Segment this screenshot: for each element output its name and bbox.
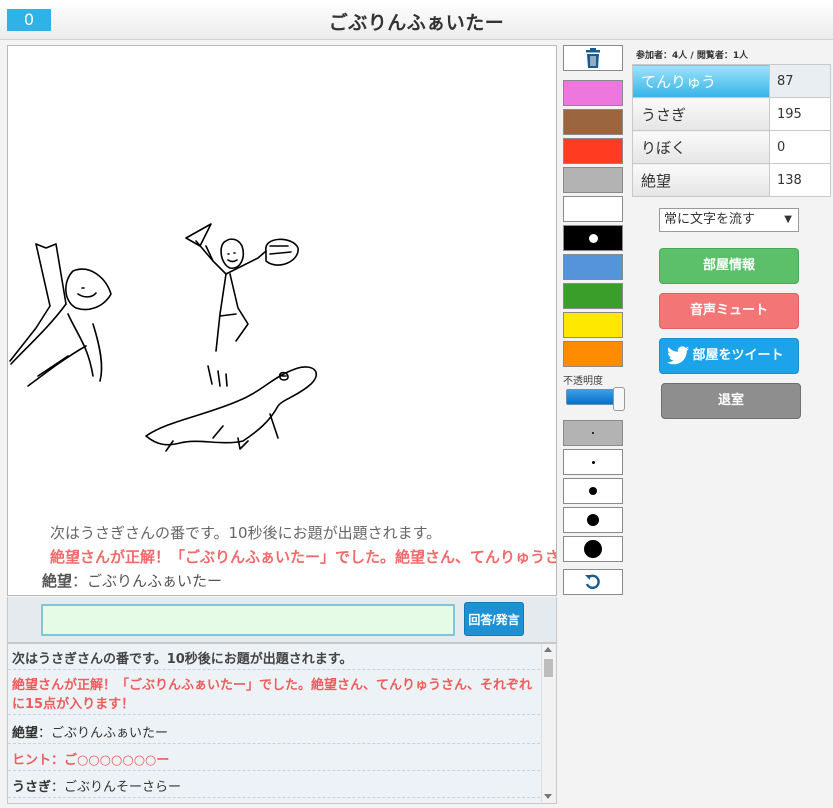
header-bar: 0 ごぶりんふぁいたー xyxy=(0,0,833,40)
stroke-left-head xyxy=(65,268,112,311)
player-row: 絶望 138 xyxy=(632,163,831,197)
color-swatch-yellow[interactable] xyxy=(563,312,623,338)
scroll-up-arrow-icon[interactable] xyxy=(544,647,552,652)
log-row-name: うさぎ xyxy=(12,780,52,795)
trash-icon xyxy=(586,48,600,68)
player-score: 138 xyxy=(769,163,831,197)
pen-dot-icon xyxy=(592,432,594,434)
player-row: てんりゅう 87 xyxy=(632,64,831,98)
stroke-lizard-body xyxy=(145,366,317,446)
player-name: うさぎ xyxy=(632,97,770,131)
tweet-button[interactable]: 部屋をツイート xyxy=(659,338,799,374)
scroll-thumb[interactable] xyxy=(544,659,553,677)
answer-input[interactable] xyxy=(41,604,455,636)
pen-size-2-button[interactable] xyxy=(563,449,623,475)
stroke-left-body xyxy=(10,303,67,365)
player-row: うさぎ 195 xyxy=(632,97,831,131)
color-swatch-blue[interactable] xyxy=(563,254,623,280)
stroke-center-shield xyxy=(265,238,299,266)
exit-button[interactable]: 退室 xyxy=(661,383,801,419)
stroke-center-head xyxy=(220,238,245,269)
player-score: 87 xyxy=(769,64,831,98)
log-row: 次はうさぎさんの番です。10秒後にお題が出題されます。 xyxy=(8,650,540,670)
opacity-track[interactable] xyxy=(566,389,618,405)
log-row: 絶望：ごぶりんふぁいたー xyxy=(8,724,540,744)
pen-size-5-button[interactable] xyxy=(563,536,623,562)
player-score: 0 xyxy=(769,130,831,164)
undo-icon xyxy=(585,574,600,590)
color-swatch-red[interactable] xyxy=(563,138,623,164)
stroke-left-arm2 xyxy=(35,243,67,305)
undo-button[interactable] xyxy=(563,569,623,595)
stroke-center-sword xyxy=(185,223,214,262)
twitter-bird-icon xyxy=(667,346,689,365)
stroke-left-lines xyxy=(27,345,87,387)
flow-message-chat: 絶望：ごぶりんふぁいたー xyxy=(42,570,222,591)
color-swatch-black[interactable] xyxy=(563,225,623,251)
color-swatch-pink[interactable] xyxy=(563,80,623,106)
pen-dot-icon xyxy=(591,460,595,464)
opacity-label: 不透明度 xyxy=(563,376,603,387)
stroke-center-feet xyxy=(207,365,228,387)
player-name: りぼく xyxy=(632,130,770,164)
mute-button[interactable]: 音声ミュート xyxy=(659,293,799,329)
player-scoreboard: てんりゅう 87 うさぎ 195 りぼく 0 絶望 138 xyxy=(632,64,831,197)
stroke-left-mouth xyxy=(77,292,97,298)
pen-size-4-button[interactable] xyxy=(563,507,623,533)
pen-dot-icon xyxy=(589,487,597,495)
selected-marker-icon xyxy=(588,233,598,243)
flow-message-correct: 絶望さんが正解！「ごぶりんふぁいたー」でした。絶望さん、てんりゅうさん、それぞれ… xyxy=(50,548,557,566)
color-swatch-orange[interactable] xyxy=(563,341,623,367)
room-info-button[interactable]: 部屋情報 xyxy=(659,248,799,284)
clear-canvas-button[interactable] xyxy=(563,45,623,71)
opacity-handle[interactable] xyxy=(613,387,625,411)
stroke-center-body xyxy=(215,273,249,352)
color-swatch-brown[interactable] xyxy=(563,109,623,135)
tweet-button-label: 部屋をツイート xyxy=(692,348,784,363)
player-name: てんりゅう xyxy=(632,64,770,98)
color-swatch-gray[interactable] xyxy=(563,167,623,193)
flow-message-system: 次はうさぎさんの番です。10秒後にお題が出題されます。 xyxy=(50,524,442,542)
color-swatch-green[interactable] xyxy=(563,283,623,309)
pen-dot-icon xyxy=(587,514,599,526)
player-score: 195 xyxy=(769,97,831,131)
scroll-down-arrow-icon[interactable] xyxy=(544,794,552,799)
chevron-down-icon: ▼ xyxy=(784,214,792,225)
log-row: ヒント：ご○○○○○○○ー xyxy=(8,751,540,771)
answer-submit-button[interactable]: 回答/発言 xyxy=(464,602,524,636)
pen-size-1-button[interactable] xyxy=(563,420,623,446)
drawing-strokes xyxy=(9,223,317,452)
chat-scrollbar[interactable] xyxy=(541,645,555,802)
flow-mode-select[interactable]: 常に文字を流す ▼ xyxy=(659,208,799,232)
flow-chat-text: ：ごぶりんふぁいたー xyxy=(72,572,223,590)
opacity-slider[interactable] xyxy=(566,387,625,411)
log-row: うさぎ：ごぶりんそーさらー xyxy=(8,778,540,798)
log-row-text: ：ごぶりんそーさらー xyxy=(51,780,182,795)
page-title: ごぶりんふぁいたー xyxy=(328,12,505,34)
chat-log[interactable]: 次はうさぎさんの番です。10秒後にお題が出題されます。 絶望さんが正解！「ごぶり… xyxy=(7,643,557,804)
player-name: 絶望 xyxy=(632,163,770,197)
drawing-canvas[interactable]: 次はうさぎさんの番です。10秒後にお題が出題されます。 絶望さんが正解！「ごぶり… xyxy=(7,45,557,596)
log-row-name: 絶望 xyxy=(12,726,39,741)
pen-dot-icon xyxy=(584,540,602,558)
stroke-center-face xyxy=(227,252,238,263)
log-row: 絶望さんが正解！「ごぶりんふぁいたー」でした。絶望さん、てんりゅうさん、それぞれ… xyxy=(8,676,540,715)
log-row-text: ：ごぶりんふぁいたー xyxy=(38,726,169,741)
player-row: りぼく 0 xyxy=(632,130,831,164)
answer-bar: 回答/発言 xyxy=(7,597,557,643)
participants-count: 参加者：4人 / 閲覧者：1人 xyxy=(636,51,749,61)
color-swatch-white[interactable] xyxy=(563,196,623,222)
flow-mode-value: 常に文字を流す xyxy=(664,212,756,227)
flow-chat-name: 絶望 xyxy=(42,572,73,590)
pen-size-3-button[interactable] xyxy=(563,478,623,504)
